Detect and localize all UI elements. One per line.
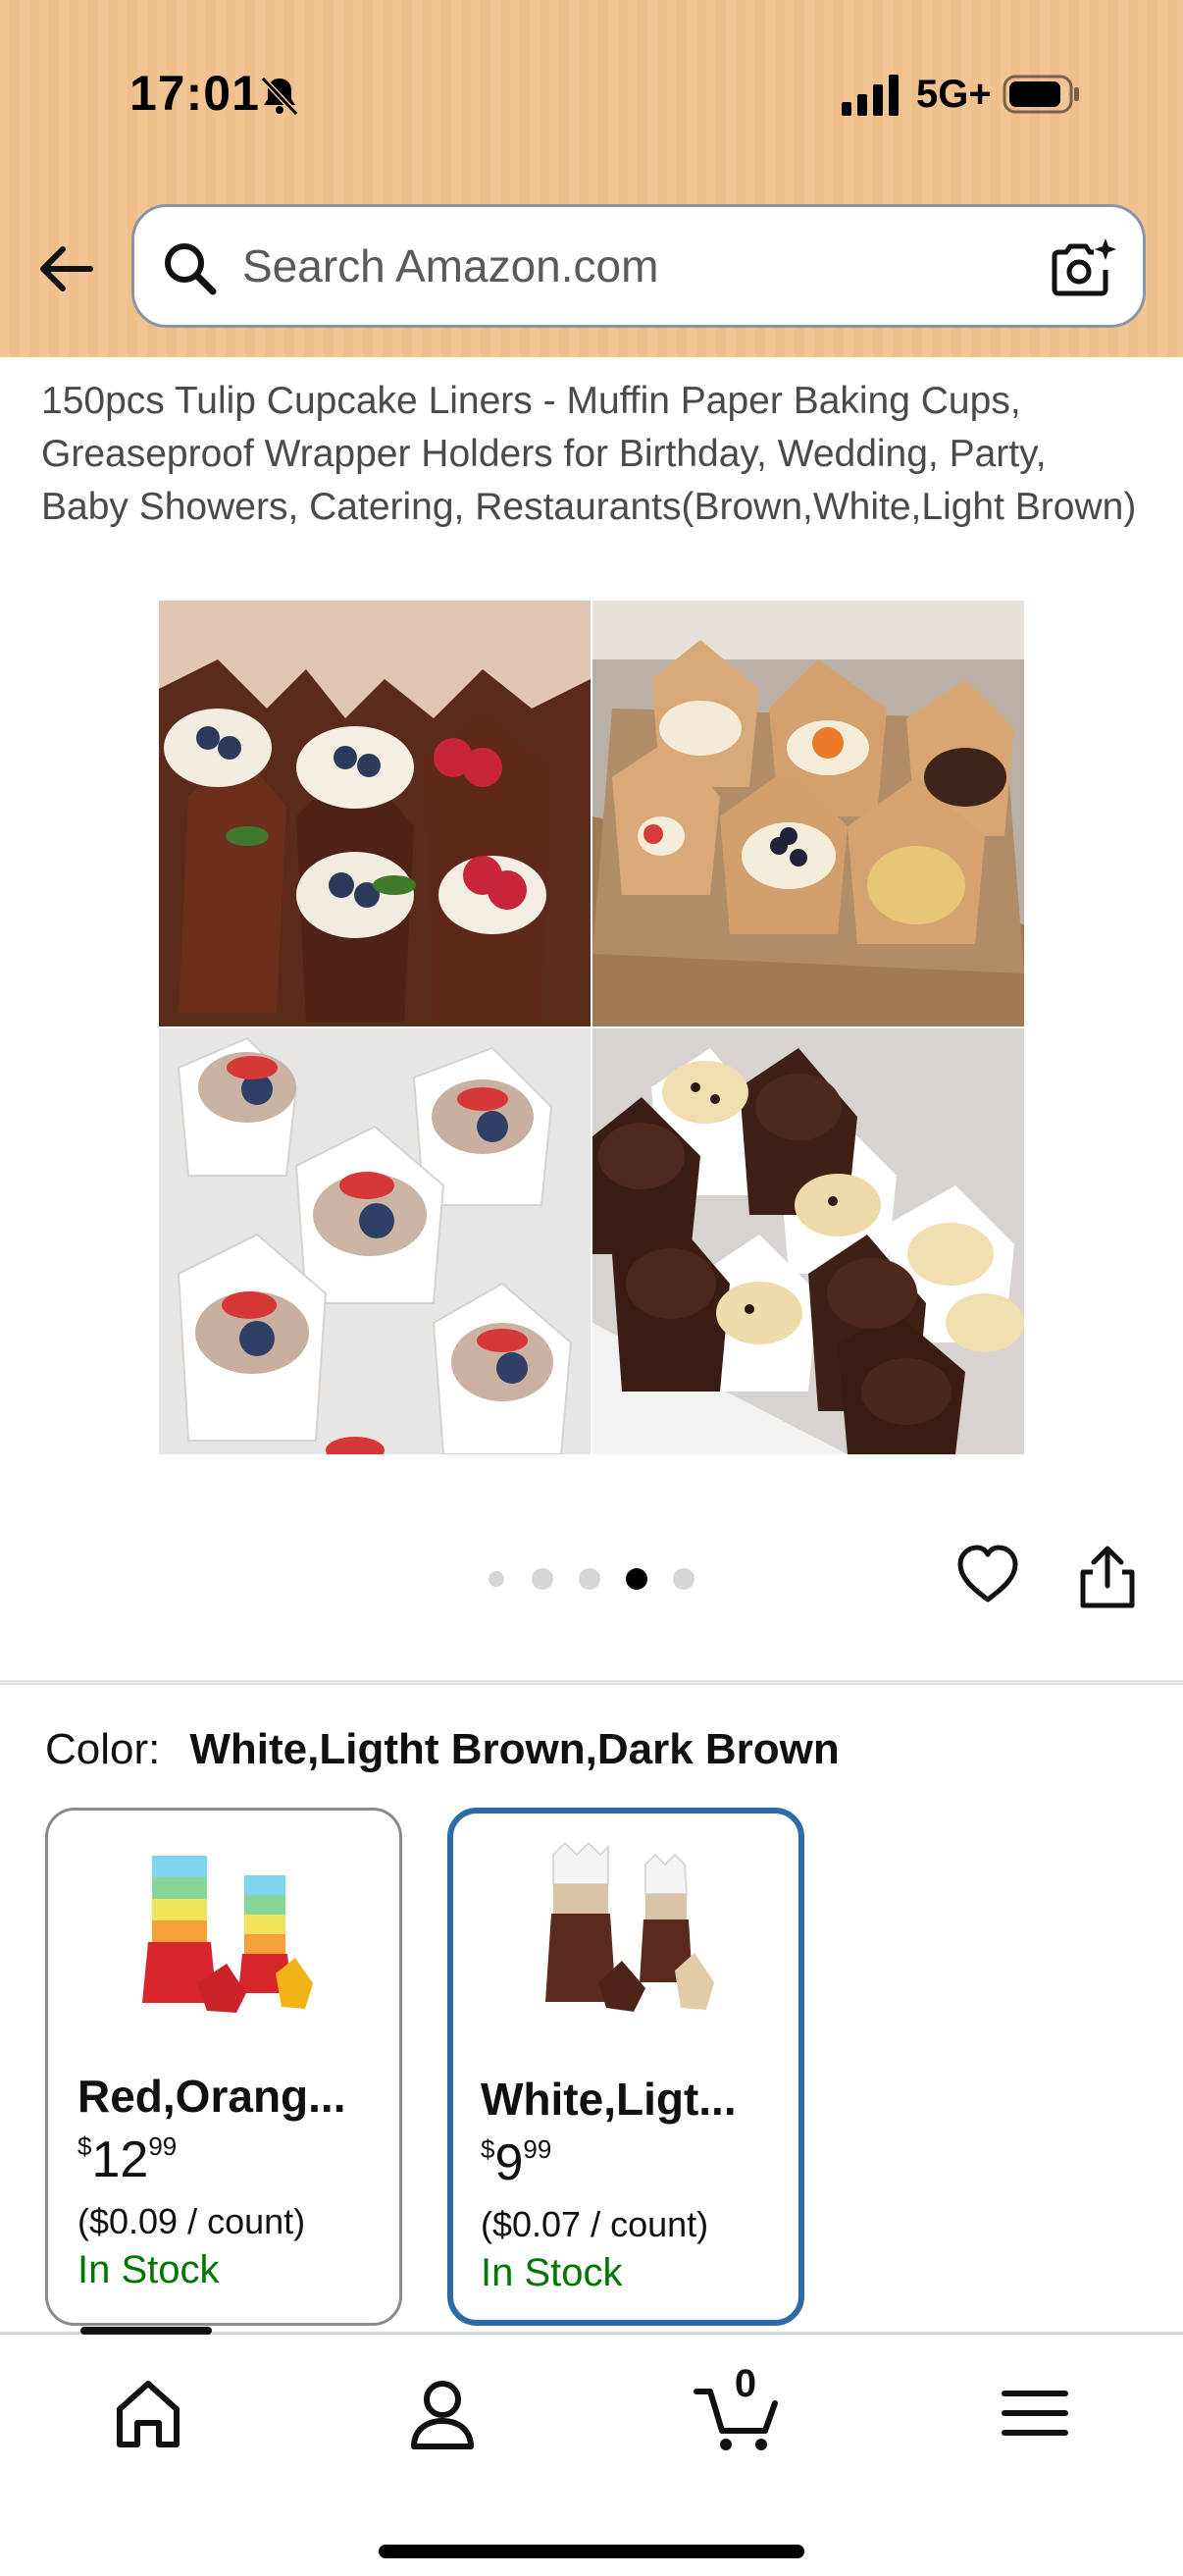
color-selection-row: Color: White,Ligtht Brown,Dark Brown <box>45 1725 840 1774</box>
variant-card-white-brown-selected[interactable]: White,Ligt... $999 ($0.07 / count) In St… <box>447 1808 804 2326</box>
product-title[interactable]: 150pcs Tulip Cupcake Liners - Muffin Pap… <box>41 375 1140 534</box>
back-arrow-icon[interactable] <box>35 241 96 296</box>
variant-unit-price: ($0.09 / count) <box>77 2201 306 2241</box>
section-divider <box>0 1680 1183 1685</box>
variant-unit-price: ($0.07 / count) <box>481 2204 709 2244</box>
home-icon[interactable] <box>104 2370 192 2458</box>
variant-name: White,Ligt... <box>481 2074 737 2125</box>
carousel-dot-5[interactable] <box>673 1568 694 1590</box>
heart-icon[interactable] <box>955 1543 1020 1607</box>
price-symbol: $ <box>481 2134 495 2164</box>
app-header: 17:01 5G+ <box>0 0 1183 357</box>
price-symbol: $ <box>77 2131 92 2161</box>
image-tile-white <box>159 1028 591 1454</box>
product-image[interactable] <box>159 601 1024 1454</box>
color-selected-value: White,Ligtht Brown,Dark Brown <box>189 1725 840 1773</box>
image-tile-mixed <box>592 1028 1024 1454</box>
variant-price: $1299 <box>77 2130 177 2189</box>
bell-muted-icon <box>260 76 299 117</box>
variant-price: $999 <box>481 2133 551 2192</box>
price-whole: 12 <box>91 2131 149 2188</box>
variant-card-red-orange[interactable]: Red,Orang... $1299 ($0.09 / count) In St… <box>45 1808 402 2326</box>
carousel-dot-4-active[interactable] <box>626 1568 647 1590</box>
active-tab-indicator <box>80 2327 212 2335</box>
battery-icon <box>1003 75 1079 114</box>
network-type: 5G+ <box>916 73 992 116</box>
price-fraction: 99 <box>148 2131 178 2161</box>
variant-name: Red,Orang... <box>77 2071 346 2122</box>
price-whole: 9 <box>494 2134 524 2191</box>
image-carousel-dots <box>485 1564 706 1592</box>
image-tile-dark-brown <box>159 601 591 1026</box>
camera-search-icon[interactable] <box>1051 237 1117 301</box>
variant-image-rainbow-liners <box>142 1856 313 2013</box>
menu-icon[interactable] <box>991 2370 1079 2458</box>
share-icon[interactable] <box>1077 1545 1138 1609</box>
search-icon <box>165 243 217 295</box>
variant-image-brown-white-liners <box>545 1841 714 2012</box>
cart-count-badge: 0 <box>734 2362 757 2405</box>
home-indicator <box>379 2545 804 2558</box>
search-input[interactable] <box>242 207 1027 325</box>
carousel-dot-2[interactable] <box>532 1568 553 1590</box>
variant-stock-status: In Stock <box>77 2248 220 2291</box>
status-time: 17:01 <box>129 66 260 121</box>
bottom-navigation-bar: 0 <box>0 2327 1183 2576</box>
carousel-dot-1[interactable] <box>489 1571 504 1587</box>
image-tile-light-brown <box>592 601 1024 1026</box>
price-fraction: 99 <box>523 2134 552 2164</box>
carousel-dot-3[interactable] <box>579 1568 600 1590</box>
account-icon[interactable] <box>398 2370 487 2458</box>
cellular-signal-icon <box>842 75 899 116</box>
color-label: Color: <box>45 1725 161 1773</box>
search-bar[interactable] <box>131 204 1146 328</box>
variant-stock-status: In Stock <box>481 2251 623 2294</box>
